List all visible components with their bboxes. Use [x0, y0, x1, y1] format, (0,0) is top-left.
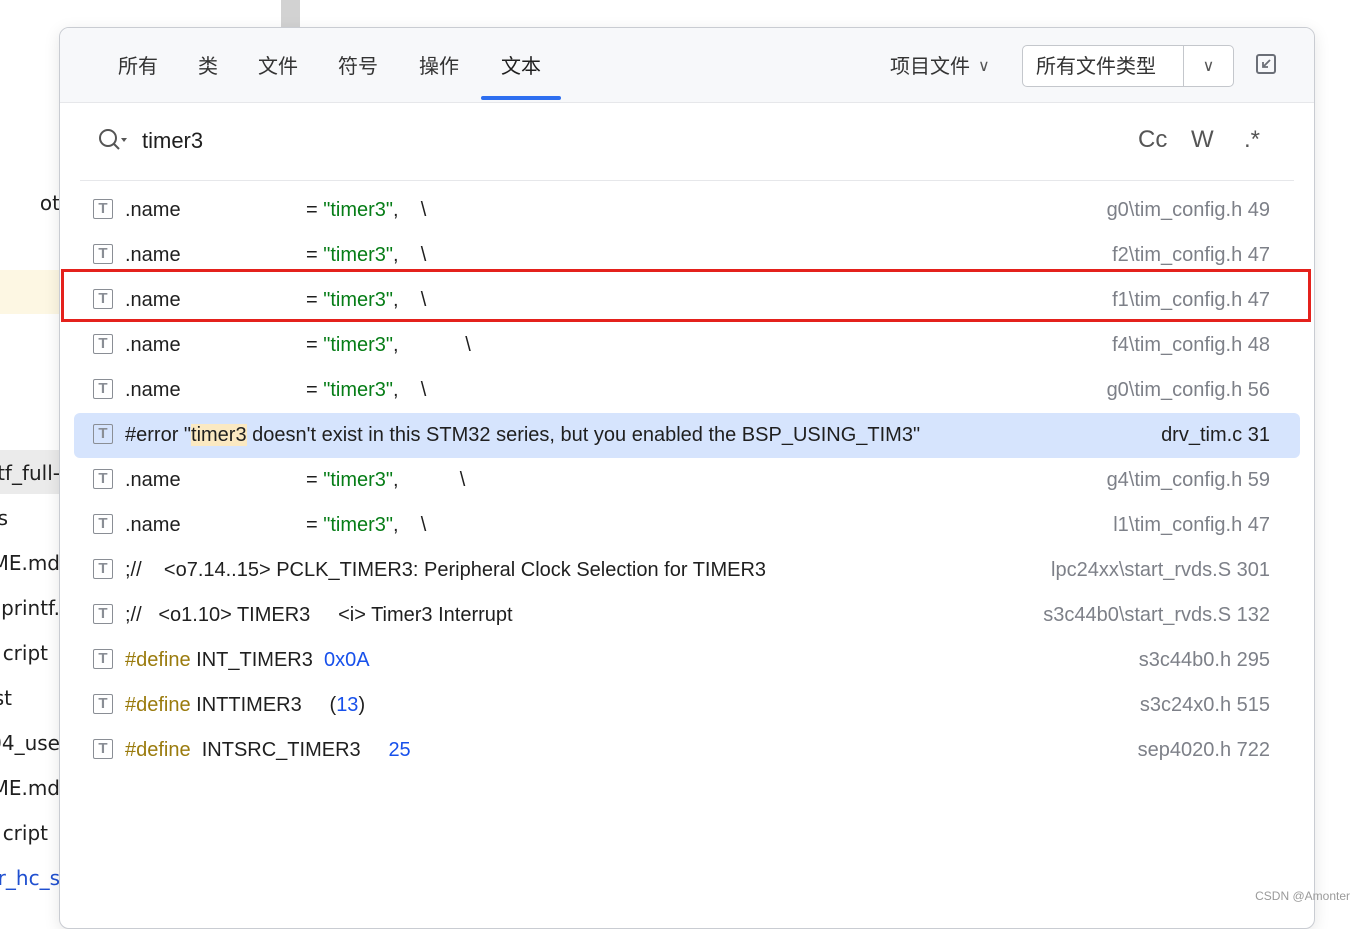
tab-files[interactable]: 文件: [248, 28, 308, 102]
file-type-label: 所有文件类型: [1036, 54, 1156, 78]
scope-label: 项目文件: [890, 54, 970, 78]
results-list: T .name = "timer3", \ g0\tim_config.h 49 …: [74, 188, 1300, 773]
background-item-link[interactable]: r_hc_s: [0, 860, 60, 896]
result-code: .name = "timer3", \: [125, 514, 427, 536]
whole-words-toggle[interactable]: W: [1191, 126, 1214, 154]
result-row[interactable]: T .name = "timer3", \ l1\tim_config.h 47: [74, 503, 1300, 548]
result-location: f4\tim_config.h 48: [1112, 334, 1270, 356]
result-code: #error "timer3 doesn't exist in this STM…: [125, 424, 921, 446]
background-item[interactable]: s: [0, 500, 60, 536]
background-item[interactable]: cript: [0, 815, 60, 851]
result-code: .name = "timer3", \: [125, 469, 466, 491]
result-row[interactable]: T ;// <o1.10> TIMER3 <i> Timer3 Interrup…: [74, 593, 1300, 638]
text-result-icon: T: [93, 649, 113, 669]
result-location: f1\tim_config.h 47: [1112, 289, 1270, 311]
result-code: ;// <o1.10> TIMER3 <i> Timer3 Interrupt: [125, 604, 513, 626]
result-code: .name = "timer3", \: [125, 244, 427, 266]
result-location: s3c44b0\start_rvds.S 132: [1043, 604, 1270, 626]
result-code: #define INTSRC_TIMER3 25: [125, 739, 411, 761]
result-row[interactable]: T .name = "timer3", \ f1\tim_config.h 47: [74, 278, 1300, 323]
result-code: .name = "timer3", \: [125, 199, 427, 221]
result-location: drv_tim.c 31: [1161, 424, 1270, 446]
scope-dropdown[interactable]: 项目文件 ∨: [890, 50, 990, 82]
result-row[interactable]: T #define INTTIMER3 (13) s3c24x0.h 515: [74, 683, 1300, 728]
result-location: g4\tim_config.h 59: [1106, 469, 1270, 491]
text-result-icon: T: [93, 379, 113, 399]
background-highlight: [0, 270, 60, 314]
tab-symbols[interactable]: 符号: [328, 28, 388, 102]
text-result-icon: T: [93, 739, 113, 759]
result-location: s3c24x0.h 515: [1139, 694, 1270, 716]
result-row-selected[interactable]: T #error "timer3 doesn't exist in this S…: [74, 413, 1300, 458]
tab-all[interactable]: 所有: [108, 28, 168, 102]
result-location: l1\tim_config.h 47: [1113, 514, 1270, 536]
result-code: .name = "timer3", \: [125, 289, 427, 311]
result-location: sep4020.h 722: [1137, 739, 1270, 761]
result-code: #define INTTIMER3 (13): [125, 694, 366, 716]
result-location: lpc24xx\start_rvds.S 301: [1051, 559, 1270, 581]
match-highlight: timer3: [191, 424, 247, 446]
result-row[interactable]: T ;// <o7.14..15> PCLK_TIMER3: Periphera…: [74, 548, 1300, 593]
background-item[interactable]: ME.md: [0, 545, 60, 581]
text-result-icon: T: [93, 289, 113, 309]
editor-scrollbar[interactable]: [281, 0, 300, 28]
background-file-list: ot tf_full- s ME.md printf. cript st 04_…: [0, 0, 60, 909]
match-case-toggle[interactable]: Cc: [1138, 126, 1167, 154]
text-result-icon: T: [93, 604, 113, 624]
background-item[interactable]: printf.: [0, 590, 60, 626]
result-code: #define INT_TIMER3 0x0A: [125, 649, 370, 671]
result-location: g0\tim_config.h 49: [1106, 199, 1270, 221]
file-type-filter[interactable]: 所有文件类型 ∨: [1022, 45, 1234, 87]
result-code: .name = "timer3", \: [125, 379, 427, 401]
active-tab-indicator: [481, 96, 561, 100]
background-item[interactable]: ME.md: [0, 770, 60, 806]
result-row[interactable]: T .name = "timer3", \ f4\tim_config.h 48: [74, 323, 1300, 368]
background-item[interactable]: 04_use: [0, 725, 60, 761]
result-row[interactable]: T .name = "timer3", \ g4\tim_config.h 59: [74, 458, 1300, 503]
result-row[interactable]: T .name = "timer3", \ g0\tim_config.h 56: [74, 368, 1300, 413]
result-location: s3c44b0.h 295: [1138, 649, 1270, 671]
result-row[interactable]: T .name = "timer3", \ f2\tim_config.h 47: [74, 233, 1300, 278]
chevron-down-icon: ∨: [978, 56, 990, 75]
background-item[interactable]: ot: [0, 185, 60, 221]
open-in-find-window-icon[interactable]: [1256, 54, 1276, 74]
tab-classes[interactable]: 类: [188, 28, 228, 102]
result-code: .name = "timer3", \: [125, 334, 471, 356]
result-row[interactable]: T #define INT_TIMER3 0x0A s3c44b0.h 295: [74, 638, 1300, 683]
background-item[interactable]: cript: [0, 635, 60, 671]
text-result-icon: T: [93, 199, 113, 219]
result-row[interactable]: T #define INTSRC_TIMER3 25 sep4020.h 722: [74, 728, 1300, 773]
background-item[interactable]: st: [0, 680, 60, 716]
result-row[interactable]: T .name = "timer3", \ g0\tim_config.h 49: [74, 188, 1300, 233]
search-everywhere-popup: 所有 类 文件 符号 操作 文本 项目文件 ∨ 所有文件类型 ∨ Cc W .*: [59, 27, 1315, 929]
regex-toggle[interactable]: .*: [1244, 126, 1260, 154]
watermark: CSDN @Amonter: [1255, 889, 1350, 903]
search-icon[interactable]: [98, 128, 130, 154]
text-result-icon: T: [93, 559, 113, 579]
text-result-icon: T: [93, 244, 113, 264]
popup-header: 所有 类 文件 符号 操作 文本 项目文件 ∨ 所有文件类型 ∨: [60, 28, 1314, 103]
result-location: g0\tim_config.h 56: [1106, 379, 1270, 401]
text-result-icon: T: [93, 514, 113, 534]
text-result-icon: T: [93, 694, 113, 714]
tab-actions[interactable]: 操作: [409, 28, 469, 102]
tab-text[interactable]: 文本: [490, 28, 552, 102]
chevron-down-icon[interactable]: ∨: [1184, 46, 1233, 86]
text-result-icon: T: [93, 334, 113, 354]
result-code: ;// <o7.14..15> PCLK_TIMER3: Peripheral …: [125, 559, 767, 581]
search-input[interactable]: [142, 124, 742, 158]
text-result-icon: T: [93, 469, 113, 489]
text-result-icon: T: [93, 424, 113, 444]
divider: [80, 180, 1294, 181]
background-item[interactable]: tf_full-: [0, 455, 60, 491]
result-location: f2\tim_config.h 47: [1112, 244, 1270, 266]
